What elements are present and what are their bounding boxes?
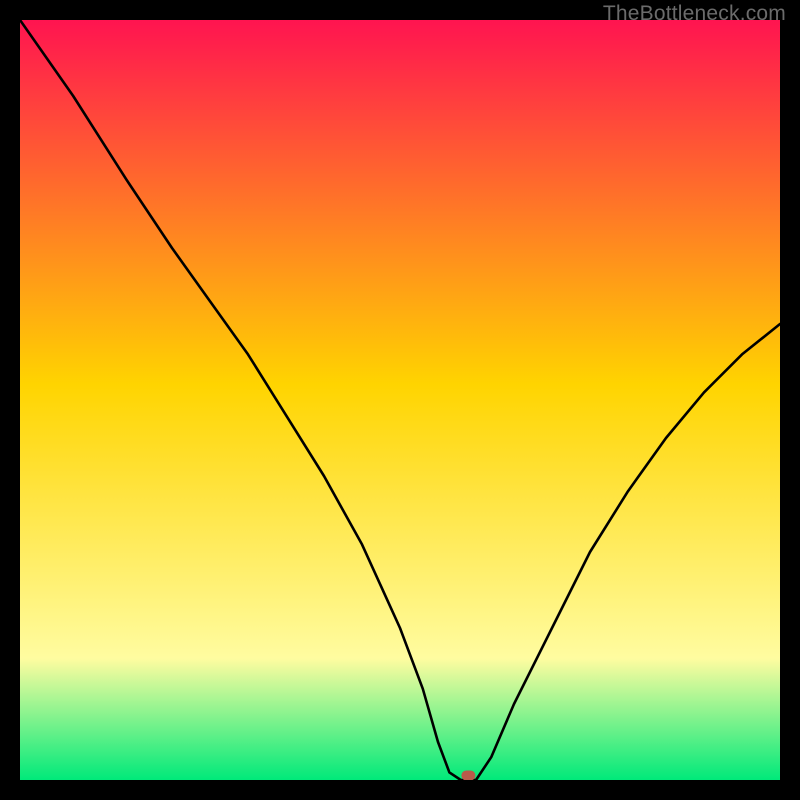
chart-frame: TheBottleneck.com	[0, 0, 800, 800]
optimal-point-marker	[461, 770, 475, 780]
watermark-text: TheBottleneck.com	[603, 2, 786, 26]
gradient-background	[20, 20, 780, 780]
plot-area	[20, 20, 780, 780]
chart-svg	[20, 20, 780, 780]
